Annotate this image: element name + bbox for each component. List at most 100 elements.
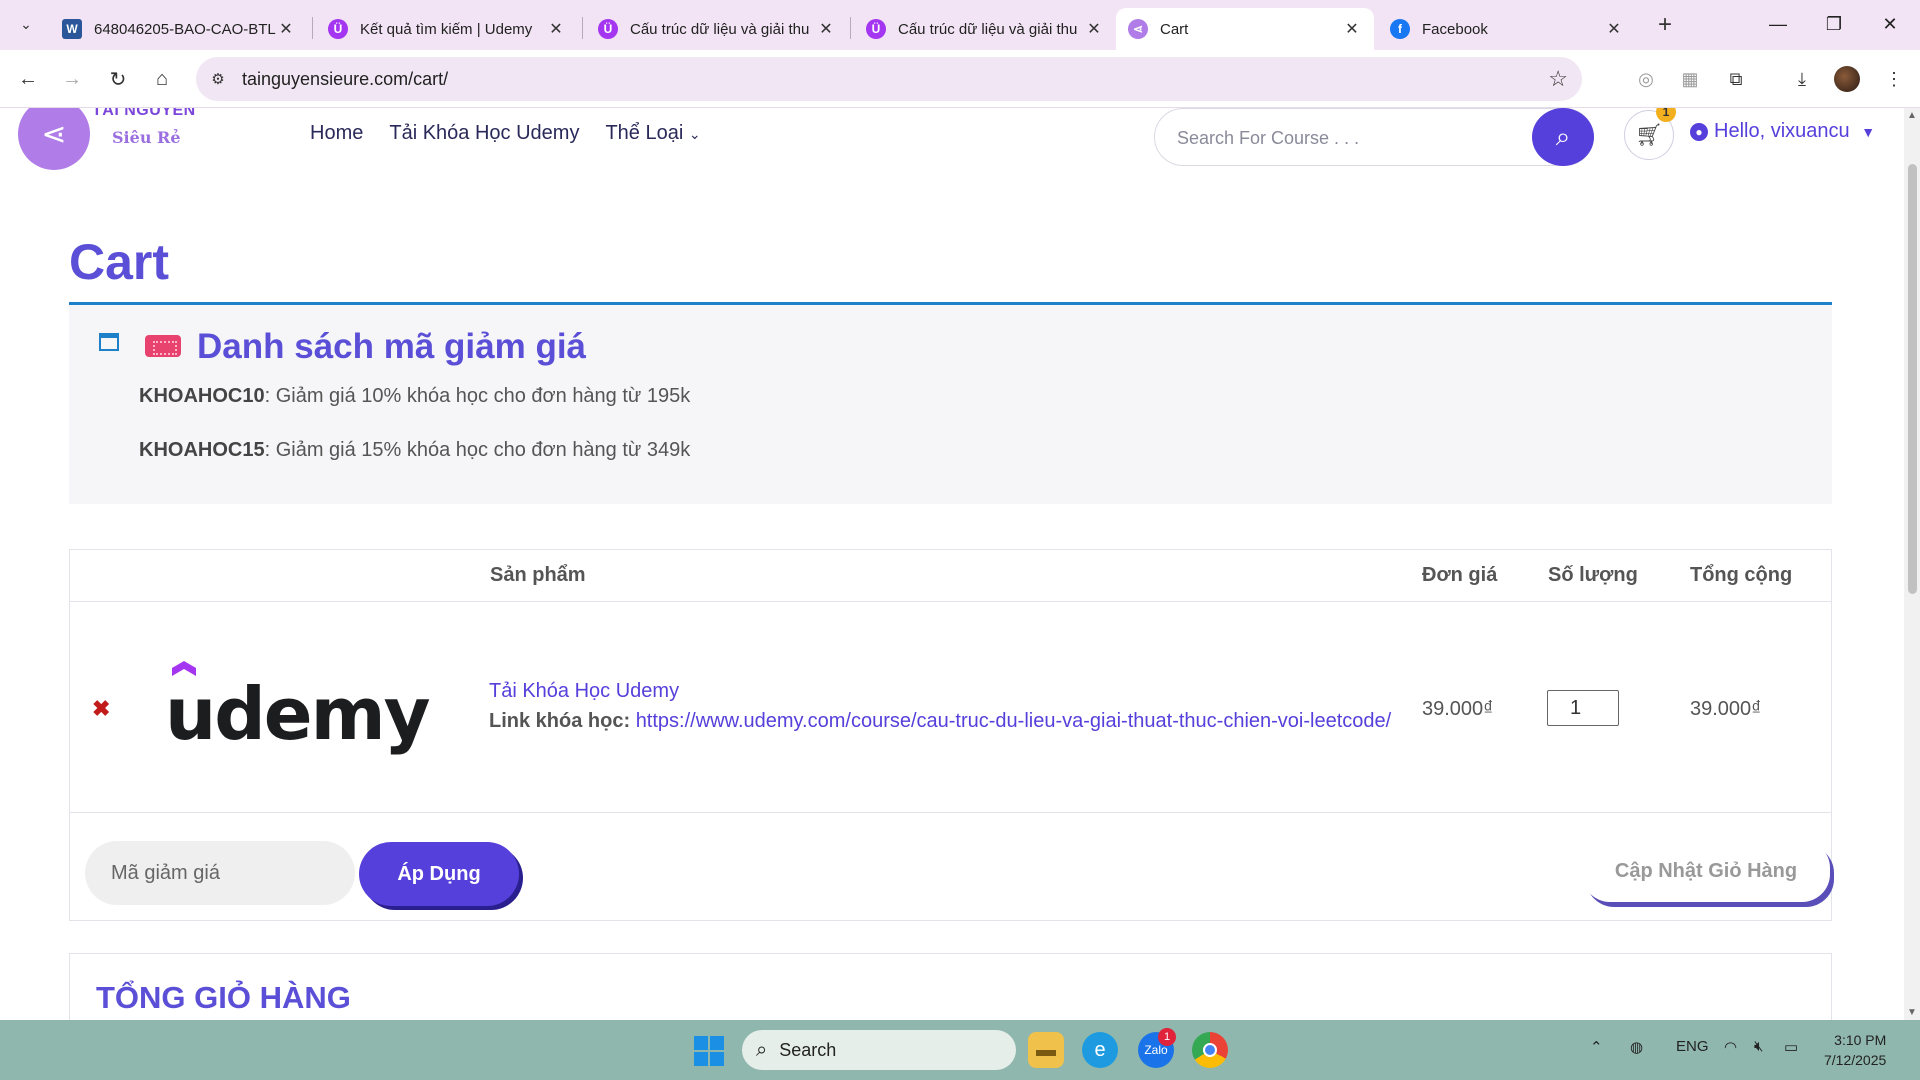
scroll-up-icon[interactable]: ▲: [1907, 110, 1917, 121]
coupon-desc: : Giảm giá 10% khóa học cho đơn hàng từ …: [264, 385, 691, 407]
udemy-icon: Ü: [328, 19, 348, 39]
volume-mute-icon[interactable]: 🔇︎: [1754, 1038, 1763, 1055]
nav-categories-label: Thể Loại: [605, 122, 684, 144]
tab-search-dropdown-icon[interactable]: ⌄: [10, 8, 42, 40]
close-icon[interactable]: ✕: [546, 19, 566, 39]
coupon-desc: : Giảm giá 15% khóa học cho đơn hàng từ …: [264, 439, 691, 461]
link-label: Link khóa học:: [489, 710, 631, 732]
extension-icon[interactable]: ▦: [1676, 65, 1704, 93]
remove-item-icon[interactable]: ✖: [92, 696, 110, 722]
quantity-input[interactable]: [1547, 690, 1619, 726]
close-icon[interactable]: ✕: [1604, 19, 1624, 39]
minimize-icon[interactable]: —: [1758, 8, 1798, 40]
main-nav: Home Tải Khóa Học Udemy Thể Loại ⌄: [310, 122, 701, 145]
tab-title: Facebook: [1422, 20, 1488, 38]
line-total: 39.000₫: [1690, 698, 1762, 720]
network-status-icon[interactable]: ◍: [1630, 1038, 1643, 1056]
caret-down-icon: ▼: [1861, 124, 1876, 140]
url-text[interactable]: tainguyensieure.com/cart/: [242, 69, 448, 90]
forward-arrow-icon[interactable]: →: [56, 63, 88, 95]
window-close-icon[interactable]: ✕: [1870, 8, 1910, 40]
profile-avatar[interactable]: [1834, 66, 1860, 92]
omnibox[interactable]: ⚙ tainguyensieure.com/cart/ ☆: [196, 57, 1582, 101]
tray-overflow-icon[interactable]: ⌃: [1590, 1038, 1603, 1056]
new-tab-plus-icon[interactable]: +: [1650, 10, 1680, 40]
page-viewport: ⋖ TÀI NGUYÊN Siêu Rẻ Home Tải Khóa Học U…: [0, 108, 1904, 1020]
user-menu[interactable]: ● Hello, vixuancu ▼: [1690, 120, 1875, 143]
udemy-logo[interactable]: udemy: [165, 660, 431, 756]
edge-icon[interactable]: e: [1082, 1032, 1118, 1068]
home-icon[interactable]: ⌂: [146, 63, 178, 95]
close-icon[interactable]: ✕: [1342, 19, 1362, 39]
wifi-icon[interactable]: ◠: [1724, 1038, 1737, 1056]
coupon-code: KHOAHOC15: [139, 439, 265, 461]
nav-udemy[interactable]: Tải Khóa Học Udemy: [389, 122, 579, 145]
chrome-icon[interactable]: [1192, 1032, 1228, 1068]
unit-price: 39.000₫: [1422, 698, 1494, 720]
scroll-down-icon[interactable]: ▼: [1907, 1007, 1917, 1018]
table-header: Sản phẩm Đơn giá Số lượng Tổng cộng: [70, 550, 1831, 602]
product-name-link[interactable]: Tải Khóa Học Udemy: [489, 680, 679, 703]
bookmark-star-icon[interactable]: ☆: [1548, 66, 1568, 92]
site-info-icon[interactable]: ⚙: [206, 67, 230, 91]
tab-title: Cấu trúc dữ liệu và giải thu: [630, 20, 810, 38]
battery-icon[interactable]: ▭: [1784, 1038, 1798, 1056]
search-input[interactable]: [1177, 123, 1497, 153]
extensions-puzzle-icon[interactable]: ⧉: [1722, 65, 1750, 93]
clock-time: 3:10 PM: [1834, 1032, 1887, 1048]
facebook-icon: f: [1390, 19, 1410, 39]
header-qty: Số lượng: [1548, 564, 1638, 586]
windows-taskbar: ⌕ Search ▬ e Zalo 1 ⌃ ◍ ENG ◠ 🔇︎ ▭ 3:10 …: [0, 1020, 1920, 1080]
clock-date: 7/12/2025: [1824, 1052, 1887, 1068]
coupon-heading: Danh sách mã giảm giá: [197, 327, 587, 366]
user-greeting: Hello, vixuancu: [1714, 120, 1850, 142]
tab-udemy-search[interactable]: Ü Kết quả tìm kiếm | Udemy ✕: [316, 8, 578, 50]
coupon-code: KHOAHOC10: [139, 385, 265, 407]
browser-menu-icon[interactable]: ⋮: [1880, 65, 1908, 93]
tab-separator: [850, 17, 851, 39]
restore-icon[interactable]: ❐: [1814, 8, 1854, 40]
cart-totals-heading: TỔNG GIỎ HÀNG: [96, 980, 351, 1015]
windows-start-icon[interactable]: [694, 1036, 724, 1066]
tab-cart[interactable]: ⋖ Cart ✕: [1116, 8, 1374, 50]
logo-subtext[interactable]: Siêu Rẻ: [112, 128, 181, 147]
tab-separator: [312, 17, 313, 39]
tab-word-document[interactable]: W 648046205-BAO-CAO-BTL- ✕: [50, 8, 308, 50]
site-header: ⋖ TÀI NGUYÊN Siêu Rẻ Home Tải Khóa Học U…: [0, 108, 1904, 178]
share-icon: ⋖: [1128, 19, 1148, 39]
zalo-notification-badge: 1: [1158, 1028, 1176, 1046]
tab-title: Cấu trúc dữ liệu và giải thu: [898, 20, 1078, 38]
tab-facebook[interactable]: f Facebook ✕: [1378, 8, 1636, 50]
close-icon[interactable]: ✕: [816, 19, 836, 39]
scrollbar-thumb[interactable]: [1908, 164, 1917, 594]
coupon-list-box: Danh sách mã giảm giá KHOAHOC10: Giảm gi…: [69, 302, 1832, 504]
header-total: Tổng cộng: [1690, 564, 1793, 586]
coupon-code-input[interactable]: [85, 841, 355, 905]
search-icon: ⌕: [756, 1038, 768, 1061]
cart-count-badge: 1: [1656, 108, 1676, 122]
back-arrow-icon[interactable]: ←: [12, 63, 44, 95]
apply-coupon-button[interactable]: Áp Dụng: [359, 842, 519, 906]
system-clock[interactable]: 3:10 PM 7/12/2025: [1824, 1030, 1886, 1070]
reload-icon[interactable]: ↻: [102, 63, 134, 95]
taskbar-search-label: Search: [779, 1039, 837, 1060]
close-icon[interactable]: ✕: [276, 19, 296, 39]
share-logo-icon[interactable]: ⋖: [18, 108, 90, 170]
tab-udemy-course-1[interactable]: Ü Cấu trúc dữ liệu và giải thu ✕: [586, 8, 848, 50]
page-title: Cart: [69, 234, 170, 290]
search-icon[interactable]: ⌕: [1532, 108, 1594, 166]
page-scrollbar[interactable]: ▲ ▼: [1904, 108, 1920, 1020]
logo-text[interactable]: TÀI NGUYÊN: [92, 108, 196, 120]
tab-separator: [582, 17, 583, 39]
nav-home[interactable]: Home: [310, 122, 363, 145]
nav-categories[interactable]: Thể Loại ⌄: [605, 122, 700, 145]
course-link[interactable]: https://www.udemy.com/course/cau-truc-du…: [636, 710, 1392, 732]
taskbar-search[interactable]: ⌕ Search: [742, 1030, 1016, 1070]
language-indicator[interactable]: ENG: [1676, 1038, 1709, 1055]
tab-udemy-course-2[interactable]: Ü Cấu trúc dữ liệu và giải thu ✕: [854, 8, 1116, 50]
file-explorer-icon[interactable]: ▬: [1028, 1032, 1064, 1068]
close-icon[interactable]: ✕: [1084, 19, 1104, 39]
extension-icon[interactable]: ◎: [1632, 65, 1660, 93]
update-cart-button[interactable]: Cập Nhật Giỏ Hàng: [1582, 840, 1830, 902]
download-icon[interactable]: ⤓: [1788, 65, 1816, 93]
